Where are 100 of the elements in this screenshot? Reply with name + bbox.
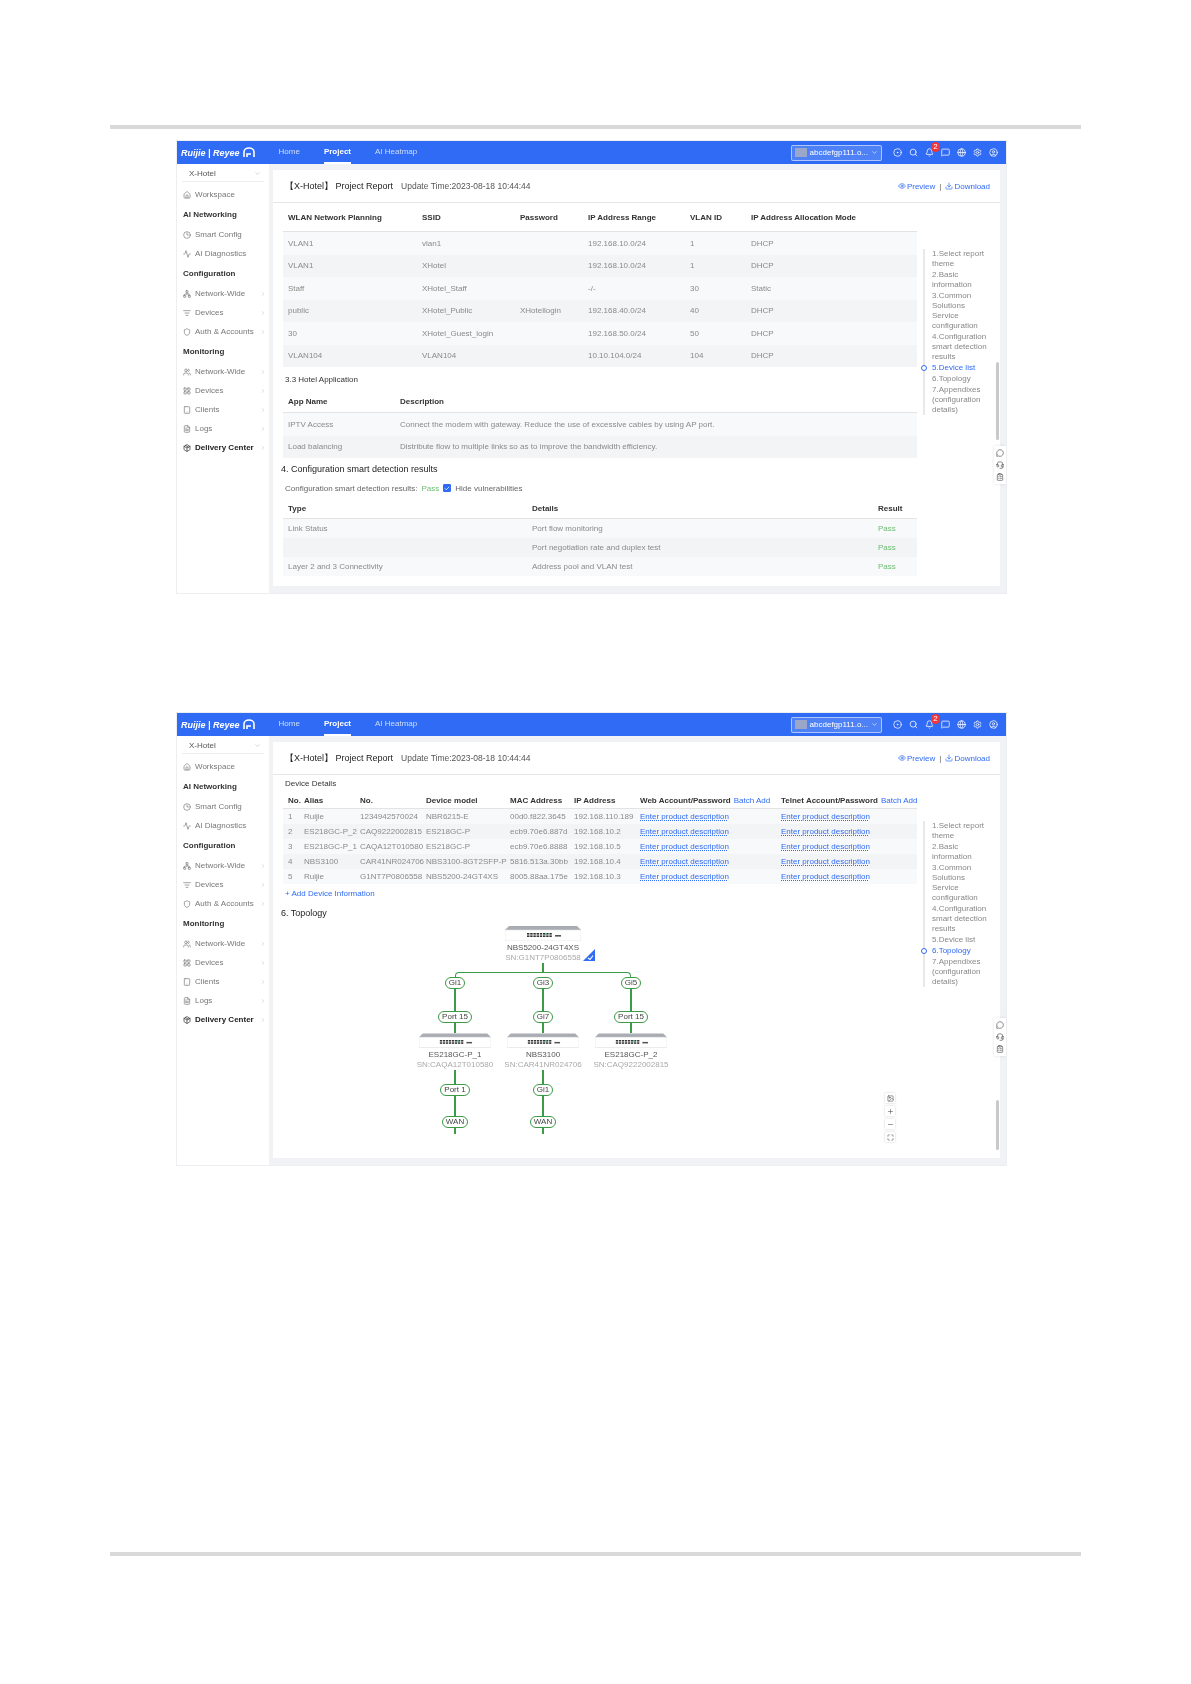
chevron-icon xyxy=(260,290,266,297)
scrollbar[interactable] xyxy=(996,1100,999,1150)
globe-icon[interactable] xyxy=(957,148,966,157)
settings-icon[interactable] xyxy=(973,148,982,157)
message-icon[interactable] xyxy=(941,148,950,157)
search-icon[interactable] xyxy=(909,720,918,729)
sidebar-item[interactable]: Delivery Center xyxy=(177,1010,269,1029)
account-select[interactable]: abcdefgp111.o... xyxy=(790,144,882,161)
sidebar-item[interactable]: Network-Wide xyxy=(177,362,269,381)
project-select[interactable]: X-Hotel xyxy=(182,165,264,182)
add-device-link[interactable]: + Add Device Information xyxy=(285,884,375,902)
user-icon[interactable] xyxy=(989,720,998,729)
clipboard-icon[interactable] xyxy=(996,1045,1004,1053)
description-link[interactable]: Enter product description xyxy=(640,812,729,821)
globe-icon[interactable] xyxy=(957,720,966,729)
toc-item[interactable]: 7.Appendixes (configuration details) xyxy=(932,957,991,987)
column-header: SSID xyxy=(422,213,441,222)
sidebar-item[interactable]: Devices xyxy=(177,953,269,972)
table-cell: 192.168.10.3 xyxy=(574,872,621,881)
toc-item[interactable]: 5.Device list xyxy=(932,363,991,373)
sidebar-item[interactable]: Network-Wide xyxy=(177,934,269,953)
headset-icon[interactable] xyxy=(996,1033,1004,1041)
table-cell: 8005.88aa.175e xyxy=(510,872,568,881)
search-icon[interactable] xyxy=(909,148,918,157)
sidebar-item[interactable]: Logs xyxy=(177,991,269,1010)
clipboard-icon[interactable] xyxy=(996,473,1004,481)
sidebar-item[interactable]: Devices xyxy=(177,381,269,400)
table-cell: 192.168.10.0/24 xyxy=(588,238,646,248)
file-icon xyxy=(183,424,191,433)
toc-item[interactable]: 5.Device list xyxy=(932,935,991,945)
description-link[interactable]: Enter product description xyxy=(640,872,729,881)
bell-icon[interactable] xyxy=(925,148,934,157)
description-link[interactable]: Enter product description xyxy=(640,857,729,866)
toc-item[interactable]: 3.Common Solutions Service configuration xyxy=(932,863,991,903)
sidebar-item[interactable]: Network-Wide xyxy=(177,856,269,875)
preview-link[interactable]: Preview xyxy=(897,181,936,191)
description-link[interactable]: Enter product description xyxy=(781,842,870,851)
sidebar-item[interactable]: Auth & Accounts xyxy=(177,894,269,913)
bell-icon[interactable] xyxy=(925,720,934,729)
headset-icon[interactable] xyxy=(996,461,1004,469)
description-link[interactable]: Enter product description xyxy=(781,812,870,821)
toc-item[interactable]: 3.Common Solutions Service configuration xyxy=(932,291,991,331)
image-button[interactable] xyxy=(885,1093,895,1103)
sidebar-item[interactable]: Smart Config xyxy=(177,797,269,816)
sidebar-item[interactable]: AI Diagnostics xyxy=(177,816,269,835)
sidebar-item[interactable]: Clients xyxy=(177,972,269,991)
result-text: Pass xyxy=(421,483,440,493)
batch-add-link[interactable]: Batch Add xyxy=(733,796,771,805)
toc-item[interactable]: 1.Select report theme xyxy=(932,249,991,269)
toc-item[interactable]: 2.Basic information xyxy=(932,270,991,290)
sidebar-item[interactable]: Clients xyxy=(177,400,269,419)
add-circle-icon[interactable] xyxy=(893,148,902,157)
toc-item[interactable]: 4.Configuration smart detection results xyxy=(932,904,991,934)
sidebar-item[interactable]: Delivery Center xyxy=(177,438,269,457)
description-link[interactable]: Enter product description xyxy=(781,827,870,836)
preview-link[interactable]: Preview xyxy=(897,753,936,763)
account-select[interactable]: abcdefgp111.o... xyxy=(790,716,882,733)
toc-item[interactable]: 1.Select report theme xyxy=(932,821,991,841)
table-cell: 192.168.50.0/24 xyxy=(588,328,646,338)
sidebar-item[interactable]: Smart Config xyxy=(177,225,269,244)
description-link[interactable]: Enter product description xyxy=(640,827,729,836)
sidebar-item[interactable]: Auth & Accounts xyxy=(177,322,269,341)
sidebar-item[interactable]: Workspace xyxy=(177,757,269,776)
nav-tab[interactable]: AI Heatmap xyxy=(375,141,418,164)
description-link[interactable]: Enter product description xyxy=(781,857,870,866)
table-cell: 50 xyxy=(690,328,699,338)
download-link[interactable]: Download xyxy=(945,753,990,763)
sidebar-item[interactable]: AI Diagnostics xyxy=(177,244,269,263)
settings-icon[interactable] xyxy=(973,720,982,729)
sidebar-item[interactable]: Workspace xyxy=(177,185,269,204)
chat-icon[interactable] xyxy=(996,1021,1004,1029)
toc-item[interactable]: 2.Basic information xyxy=(932,842,991,862)
add-circle-icon[interactable] xyxy=(893,720,902,729)
zoom-out-button[interactable] xyxy=(885,1119,895,1129)
sidebar-item[interactable]: Devices xyxy=(177,875,269,894)
description-link[interactable]: Enter product description xyxy=(640,842,729,851)
scrollbar[interactable] xyxy=(996,362,999,440)
sidebar-group: Monitoring xyxy=(183,919,225,928)
description-link[interactable]: Enter product description xyxy=(781,872,870,881)
message-icon[interactable] xyxy=(941,720,950,729)
user-icon[interactable] xyxy=(989,148,998,157)
chevron-icon xyxy=(260,368,266,375)
download-link[interactable]: Download xyxy=(945,181,990,191)
fit-button[interactable] xyxy=(885,1132,895,1142)
sidebar-item[interactable]: Devices xyxy=(177,303,269,322)
checkbox[interactable] xyxy=(443,484,452,492)
sidebar-item[interactable]: Logs xyxy=(177,419,269,438)
chat-icon[interactable] xyxy=(996,449,1004,457)
nav-tab[interactable]: Home xyxy=(278,713,300,736)
toc-item[interactable]: 6.Topology xyxy=(932,374,991,384)
sidebar-item[interactable]: Network-Wide xyxy=(177,284,269,303)
toc-item[interactable]: 4.Configuration smart detection results xyxy=(932,332,991,362)
nav-tab[interactable]: AI Heatmap xyxy=(375,713,418,736)
toc-item[interactable]: 7.Appendixes (configuration details) xyxy=(932,385,991,415)
nav-tab[interactable]: Home xyxy=(278,141,300,164)
toc-item[interactable]: 6.Topology xyxy=(932,946,991,956)
project-select[interactable]: X-Hotel xyxy=(182,737,264,754)
batch-add-link[interactable]: Batch Add xyxy=(880,796,917,805)
column-header: Description xyxy=(400,397,444,406)
zoom-in-button[interactable] xyxy=(885,1106,895,1116)
